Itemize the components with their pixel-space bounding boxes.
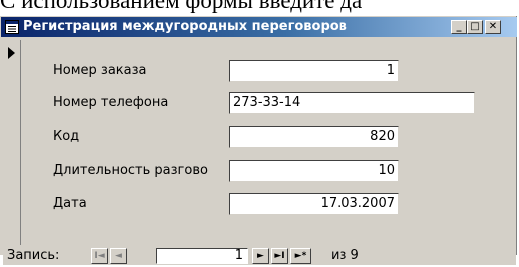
phone-number-field[interactable]: 273-33-14: [229, 92, 475, 114]
form-detail: Номер заказа 1 Номер телефона 273-33-14 …: [21, 40, 516, 246]
phone-number-label: Номер телефона: [53, 95, 169, 110]
next-record-button[interactable]: ►: [252, 248, 269, 264]
order-number-label: Номер заказа: [53, 63, 147, 78]
title-bar[interactable]: Регистрация междугородных переговоров _ …: [1, 17, 517, 37]
window-title: Регистрация междугородных переговоров: [23, 19, 347, 34]
record-label: Запись:: [7, 248, 60, 263]
close-button[interactable]: ✕: [485, 20, 501, 34]
form-window: Регистрация междугородных переговоров _ …: [0, 16, 517, 265]
current-record-arrow-icon: [8, 47, 15, 59]
record-count: из 9: [331, 248, 359, 263]
record-navigation-bar: Запись: I◄ ◄ 1 ► ►I ►* из 9: [3, 245, 516, 265]
code-label: Код: [53, 129, 80, 144]
record-selector[interactable]: [3, 40, 21, 246]
form-icon: [5, 20, 19, 34]
minimize-button[interactable]: _: [451, 20, 467, 34]
date-field[interactable]: 17.03.2007: [229, 193, 399, 215]
code-field[interactable]: 820: [229, 126, 399, 148]
date-label: Дата: [53, 196, 87, 211]
document-text: С использованием формы введите да: [0, 0, 363, 13]
first-record-button[interactable]: I◄: [91, 248, 108, 264]
new-record-button[interactable]: ►*: [290, 248, 311, 264]
duration-label: Длительность разгово: [53, 163, 208, 178]
maximize-button[interactable]: □: [467, 20, 483, 34]
previous-record-button[interactable]: ◄: [110, 248, 127, 264]
duration-field[interactable]: 10: [229, 160, 399, 182]
current-record-input[interactable]: 1: [156, 248, 248, 264]
order-number-field[interactable]: 1: [229, 60, 399, 82]
last-record-button[interactable]: ►I: [271, 248, 288, 264]
